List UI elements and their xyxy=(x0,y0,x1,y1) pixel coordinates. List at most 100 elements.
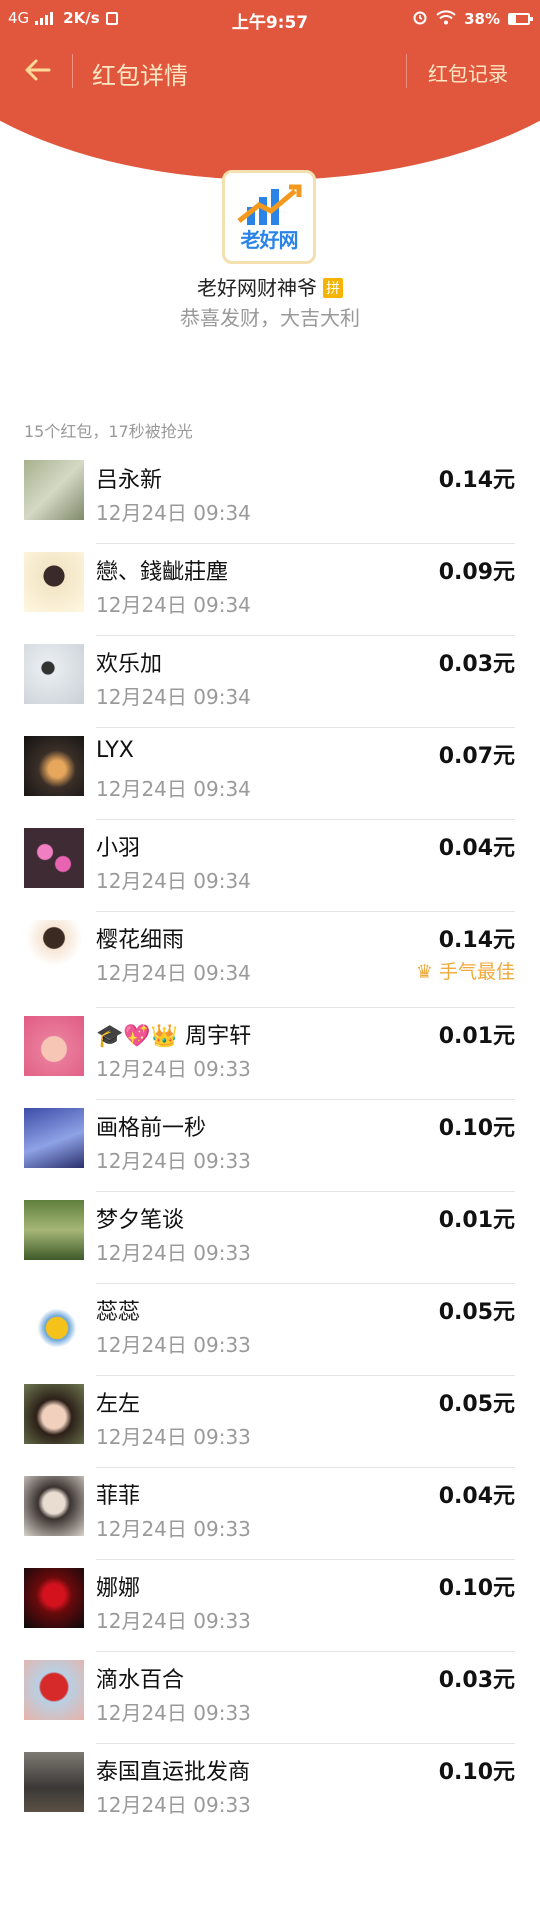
amount: 0.07元 xyxy=(438,744,515,769)
wifi-icon xyxy=(436,9,456,29)
grab-time: 12月24日 09:34 xyxy=(96,593,251,617)
grab-time: 12月24日 09:34 xyxy=(96,869,251,893)
grab-time: 12月24日 09:34 xyxy=(96,961,251,985)
sender-logo: 老好网 xyxy=(229,177,309,257)
recipient-name: 樱花细雨 xyxy=(96,928,185,953)
crown-icon: ♛ xyxy=(415,961,433,983)
recipient-name: 娜娜 xyxy=(96,1576,141,1601)
amount: 0.05元 xyxy=(438,1392,515,1417)
grab-time: 12月24日 09:33 xyxy=(96,1609,251,1633)
avatar xyxy=(24,552,84,612)
list-item[interactable]: 滴水百合 12月24日 09:33 0.03元 xyxy=(0,1652,540,1744)
navigation-bar: 红包详情 红包记录 xyxy=(0,46,540,96)
recipient-name: 滴水百合 xyxy=(96,1668,185,1693)
avatar xyxy=(24,644,84,704)
back-arrow-icon xyxy=(25,59,51,81)
recipient-name: 蕊蕊 xyxy=(96,1300,141,1325)
amount: 0.05元 xyxy=(438,1300,515,1325)
recipient-name: 戀、錢齜莊塵 xyxy=(96,560,229,585)
wave-divider xyxy=(0,352,540,390)
nav-divider xyxy=(72,54,73,88)
best-luck-text: 手气最佳 xyxy=(438,961,515,983)
list-item[interactable]: 蕊蕊 12月24日 09:33 0.05元 xyxy=(0,1284,540,1376)
battery-percent: 38% xyxy=(464,10,500,28)
list-item[interactable]: 吕永新 12月24日 09:34 0.14元 xyxy=(0,452,540,544)
amount: 0.01元 xyxy=(438,1024,515,1049)
list-item[interactable]: 左左 12月24日 09:33 0.05元 xyxy=(0,1376,540,1468)
battery-icon xyxy=(508,13,533,25)
list-item[interactable]: 泰国直运批发商 12月24日 09:33 0.10元 xyxy=(0,1744,540,1836)
nav-divider xyxy=(406,54,407,88)
avatar xyxy=(24,1384,84,1444)
logo-text: 老好网 xyxy=(240,228,299,252)
grab-time: 12月24日 09:33 xyxy=(96,1517,251,1541)
recipient-name: 左左 xyxy=(96,1392,141,1417)
avatar xyxy=(24,460,84,520)
recipient-list: 吕永新 12月24日 09:34 0.14元 戀、錢齜莊塵 12月24日 09:… xyxy=(0,452,540,1836)
list-item[interactable]: 娜娜 12月24日 09:33 0.10元 xyxy=(0,1560,540,1652)
avatar xyxy=(24,828,84,888)
recipient-name: 梦夕笔谈 xyxy=(96,1208,185,1233)
grab-time: 12月24日 09:33 xyxy=(96,1425,251,1449)
amount: 0.03元 xyxy=(438,652,515,677)
sender-avatar[interactable]: 老好网 xyxy=(222,170,316,264)
packet-summary: 15个红包，17秒被抢光 xyxy=(24,422,193,441)
recipient-name: 泰国直运批发商 xyxy=(96,1760,251,1785)
alarm-icon xyxy=(412,9,428,29)
recipient-name: 画格前一秒 xyxy=(96,1116,207,1141)
blessing-text: 恭喜发财，大吉大利 xyxy=(180,306,360,330)
grab-time: 12月24日 09:33 xyxy=(96,1149,251,1173)
recipient-name: LYX xyxy=(96,738,134,763)
back-button[interactable] xyxy=(18,52,58,88)
status-bar: 4G 2K/s 上午9:57 38% xyxy=(0,0,540,38)
recipient-name: 吕永新 xyxy=(96,468,163,493)
recipient-name: 菲菲 xyxy=(96,1484,141,1509)
grab-time: 12月24日 09:34 xyxy=(96,501,251,525)
avatar xyxy=(24,920,84,980)
list-item[interactable]: 画格前一秒 12月24日 09:33 0.10元 xyxy=(0,1100,540,1192)
list-item[interactable]: 梦夕笔谈 12月24日 09:33 0.01元 xyxy=(0,1192,540,1284)
list-item[interactable]: LYX 12月24日 09:34 0.07元 xyxy=(0,728,540,820)
grab-time: 12月24日 09:33 xyxy=(96,1057,251,1081)
sender-name: 老好网财神爷 xyxy=(197,276,317,300)
page-title: 红包详情 xyxy=(92,62,188,90)
amount: 0.03元 xyxy=(438,1668,515,1693)
avatar xyxy=(24,1568,84,1628)
amount: 0.10元 xyxy=(438,1116,515,1141)
avatar xyxy=(24,1752,84,1812)
list-item[interactable]: 樱花细雨 12月24日 09:34 0.14元 ♛ 手气最佳 xyxy=(0,912,540,1008)
best-luck-label: ♛ 手气最佳 xyxy=(416,957,515,984)
red-packet-records-button[interactable]: 红包记录 xyxy=(428,58,508,87)
pin-badge: 拼 xyxy=(323,278,343,298)
amount: 0.10元 xyxy=(438,1760,515,1785)
avatar xyxy=(24,1108,84,1168)
sender-name-line: 老好网财神爷拼 xyxy=(0,272,540,301)
recipient-name: 小羽 xyxy=(96,836,141,861)
avatar xyxy=(24,1292,84,1352)
list-item[interactable]: 戀、錢齜莊塵 12月24日 09:34 0.09元 xyxy=(0,544,540,636)
recipient-name: 欢乐加 xyxy=(96,652,163,677)
list-item[interactable]: 菲菲 12月24日 09:33 0.04元 xyxy=(0,1468,540,1560)
grab-time: 12月24日 09:33 xyxy=(96,1701,251,1725)
list-item[interactable]: 欢乐加 12月24日 09:34 0.03元 xyxy=(0,636,540,728)
avatar xyxy=(24,1476,84,1536)
grab-time: 12月24日 09:33 xyxy=(96,1333,251,1357)
avatar xyxy=(24,1660,84,1720)
avatar xyxy=(24,736,84,796)
amount: 0.09元 xyxy=(438,560,515,585)
list-item[interactable]: 小羽 12月24日 09:34 0.04元 xyxy=(0,820,540,912)
avatar xyxy=(24,1200,84,1260)
avatar xyxy=(24,1016,84,1076)
amount: 0.14元 xyxy=(438,468,515,493)
amount: 0.10元 xyxy=(438,1576,515,1601)
amount: 0.04元 xyxy=(438,836,515,861)
recipient-name: 🎓💖👑 周宇轩 xyxy=(96,1024,252,1049)
amount: 0.01元 xyxy=(438,1208,515,1233)
grab-time: 12月24日 09:33 xyxy=(96,1241,251,1265)
amount: 0.14元 xyxy=(438,928,515,953)
grab-time: 12月24日 09:34 xyxy=(96,777,251,801)
grab-time: 12月24日 09:33 xyxy=(96,1793,251,1817)
amount: 0.04元 xyxy=(438,1484,515,1509)
grab-time: 12月24日 09:34 xyxy=(96,685,251,709)
list-item[interactable]: 🎓💖👑 周宇轩 12月24日 09:33 0.01元 xyxy=(0,1008,540,1100)
